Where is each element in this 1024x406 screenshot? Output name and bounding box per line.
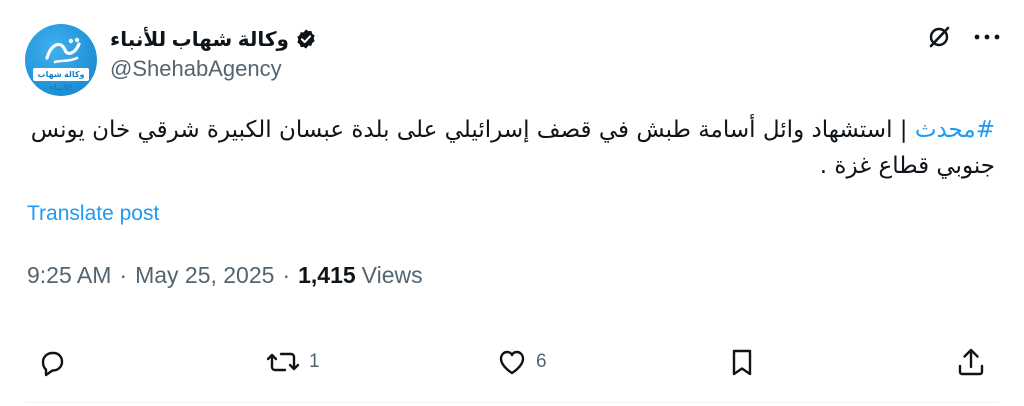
bookmark-icon xyxy=(732,349,752,376)
post-top-actions xyxy=(926,24,1000,50)
translate-post-link[interactable]: Translate post xyxy=(27,202,159,226)
grok-button[interactable] xyxy=(926,24,952,50)
divider xyxy=(25,402,999,403)
like-button[interactable]: 6 xyxy=(496,346,547,378)
grok-icon xyxy=(929,26,950,48)
avatar-tag: وكالة شهاب للأنباء xyxy=(33,68,89,92)
reply-button[interactable] xyxy=(36,346,76,378)
share-button[interactable] xyxy=(955,346,987,378)
post-time[interactable]: 9:25 AM xyxy=(27,262,111,289)
verified-badge-icon[interactable] xyxy=(295,28,317,50)
bookmark-button[interactable] xyxy=(726,346,758,378)
post-date[interactable]: May 25, 2025 xyxy=(135,262,274,289)
post-text: #محدث | استشهاد وائل أسامة طبش في قصف إس… xyxy=(25,112,995,184)
like-icon xyxy=(499,350,525,375)
meta-separator: · xyxy=(119,262,128,288)
author-handle[interactable]: @ShehabAgency xyxy=(110,56,282,82)
like-count: 6 xyxy=(536,351,547,372)
avatar[interactable]: وكالة شهاب للأنباء xyxy=(25,24,97,96)
post-body: | استشهاد وائل أسامة طبش في قصف إسرائيلي… xyxy=(30,117,995,179)
author-display-name[interactable]: وكالة شهاب للأنباء xyxy=(110,27,289,52)
reply-icon xyxy=(41,351,64,377)
repost-count: 1 xyxy=(309,351,320,372)
views-count: 1,415 xyxy=(298,262,356,288)
more-options-button[interactable] xyxy=(974,33,1000,41)
repost-button[interactable]: 1 xyxy=(265,346,320,378)
more-icon xyxy=(974,34,1000,40)
post-hashtag[interactable]: #محدث xyxy=(915,117,995,143)
repost-icon xyxy=(266,352,300,372)
avatar-logo-icon xyxy=(45,37,81,64)
views-label: Views xyxy=(361,262,423,288)
author-name-row: وكالة شهاب للأنباء xyxy=(110,24,317,54)
meta-separator: · xyxy=(282,262,291,288)
share-icon xyxy=(958,348,984,376)
post-action-bar: 1 6 xyxy=(0,340,1024,390)
post-meta: 9:25 AM · May 25, 2025 · 1,415 Views xyxy=(27,262,423,289)
